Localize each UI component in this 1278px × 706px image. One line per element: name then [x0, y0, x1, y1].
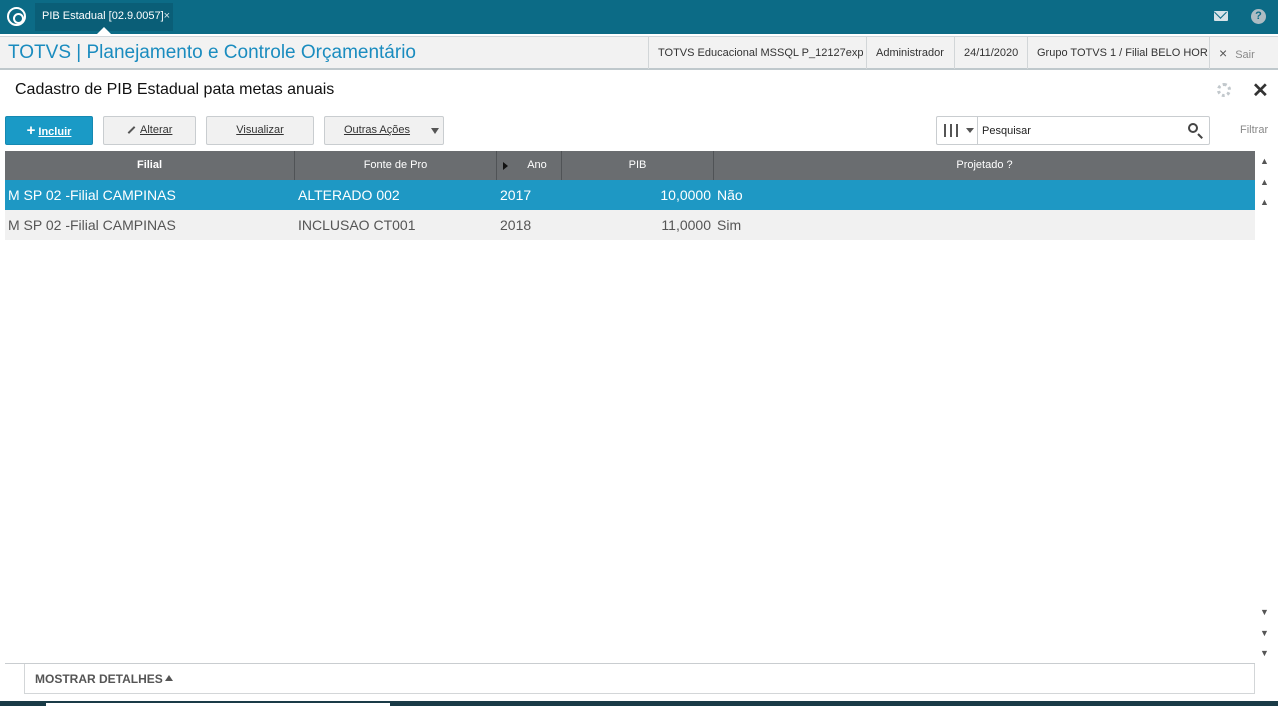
more-actions-button[interactable]: Outras Ações [324, 116, 444, 145]
scroll-down-icon[interactable]: ▼ [1257, 604, 1272, 621]
filter-link[interactable]: Filtrar [1240, 124, 1268, 136]
top-bar: PIB Estadual [02.9.0057] × ? [0, 0, 1278, 34]
gear-icon[interactable] [1217, 83, 1231, 97]
view-button-label: Visualizar [236, 124, 284, 136]
column-header-ano[interactable]: Ano [497, 151, 562, 180]
environment-label[interactable]: TOTVS Educacional MSSQL P_12127exp [648, 37, 863, 69]
exit-close-icon: × [1219, 45, 1228, 61]
include-button-label: Incluir [38, 126, 72, 138]
view-button[interactable]: Visualizar [206, 116, 314, 145]
plus-icon: + [26, 122, 36, 139]
column-header-fonte[interactable]: Fonte de Pro [295, 151, 497, 180]
include-button[interactable]: + Incluir [5, 116, 93, 145]
grid-header: Filial Fonte de Pro Ano PIB Projetado ? [5, 151, 1255, 180]
show-details-toggle[interactable]: MOSTRAR DETALHES [24, 664, 1255, 694]
search-icon[interactable] [1188, 123, 1198, 133]
column-selector[interactable] [937, 117, 978, 144]
search-input[interactable] [982, 121, 1172, 141]
cell-ano: 2017 [500, 187, 532, 203]
chevron-down-icon [966, 128, 974, 133]
exit-button[interactable]: × Sair [1209, 37, 1278, 69]
close-icon[interactable]: ✕ [1252, 78, 1269, 103]
more-actions-label: Outras Ações [343, 124, 411, 136]
pencil-icon [127, 126, 135, 134]
cell-projetado: Sim [717, 217, 742, 233]
scroll-page-up-icon[interactable]: ▲ [1257, 174, 1272, 191]
cell-fonte: ALTERADO 002 [298, 187, 400, 203]
column-header-filial[interactable]: Filial [5, 151, 295, 180]
column-header-projetado[interactable]: Projetado ? [714, 151, 1255, 180]
vertical-scrollbar[interactable]: ▲ ▲ ▲ ▼ ▼ ▼ [1256, 151, 1274, 663]
cell-ano: 2018 [500, 217, 532, 233]
show-details-label: MOSTRAR DETALHES [35, 672, 163, 686]
scroll-bottom-icon[interactable]: ▼ [1257, 645, 1272, 662]
app-title: TOTVS | Planejamento e Controle Orçament… [8, 42, 416, 63]
mail-icon[interactable] [1214, 11, 1228, 21]
cell-filial: M SP 02 -Filial CAMPINAS [8, 217, 176, 233]
chevron-up-icon [165, 675, 173, 681]
cell-projetado: Não [717, 187, 743, 203]
user-label[interactable]: Administrador [866, 37, 944, 69]
column-header-pib[interactable]: PIB [562, 151, 714, 180]
alter-button[interactable]: Alterar [103, 116, 196, 145]
cell-pib: 11,0000 [661, 217, 711, 233]
page-title: Cadastro de PIB Estadual pata metas anua… [15, 81, 335, 98]
exit-label: Sair [1235, 49, 1255, 61]
date-label[interactable]: 24/11/2020 [954, 37, 1018, 69]
chevron-down-icon [431, 128, 439, 134]
cell-pib: 10,0000 [660, 187, 711, 203]
taskbar-strip [0, 701, 1278, 706]
active-tab-indicator [97, 27, 111, 34]
app-header: TOTVS | Planejamento e Controle Orçament… [0, 36, 1278, 70]
tab-label: PIB Estadual [02.9.0057] [42, 10, 164, 22]
help-icon[interactable]: ? [1251, 9, 1266, 24]
tab-close-icon[interactable]: × [164, 3, 170, 29]
search-box [936, 116, 1210, 145]
scroll-up-icon[interactable]: ▲ [1257, 194, 1272, 211]
table-row[interactable]: M SP 02 -Filial CAMPINAS ALTERADO 002 20… [5, 180, 1255, 210]
alter-button-label: Alterar [140, 124, 173, 136]
totvs-logo-icon[interactable] [7, 7, 26, 26]
cell-filial: M SP 02 -Filial CAMPINAS [8, 187, 176, 203]
scroll-top-icon[interactable]: ▲ [1257, 153, 1272, 170]
branch-label[interactable]: Grupo TOTVS 1 / Filial BELO HOR [1027, 37, 1208, 69]
sort-indicator-icon [503, 162, 508, 170]
table-row[interactable]: M SP 02 -Filial CAMPINAS INCLUSAO CT001 … [5, 210, 1255, 240]
cell-fonte: INCLUSAO CT001 [298, 217, 416, 233]
columns-icon [944, 124, 958, 137]
column-header-ano-label: Ano [527, 159, 547, 171]
scroll-page-down-icon[interactable]: ▼ [1257, 625, 1272, 642]
